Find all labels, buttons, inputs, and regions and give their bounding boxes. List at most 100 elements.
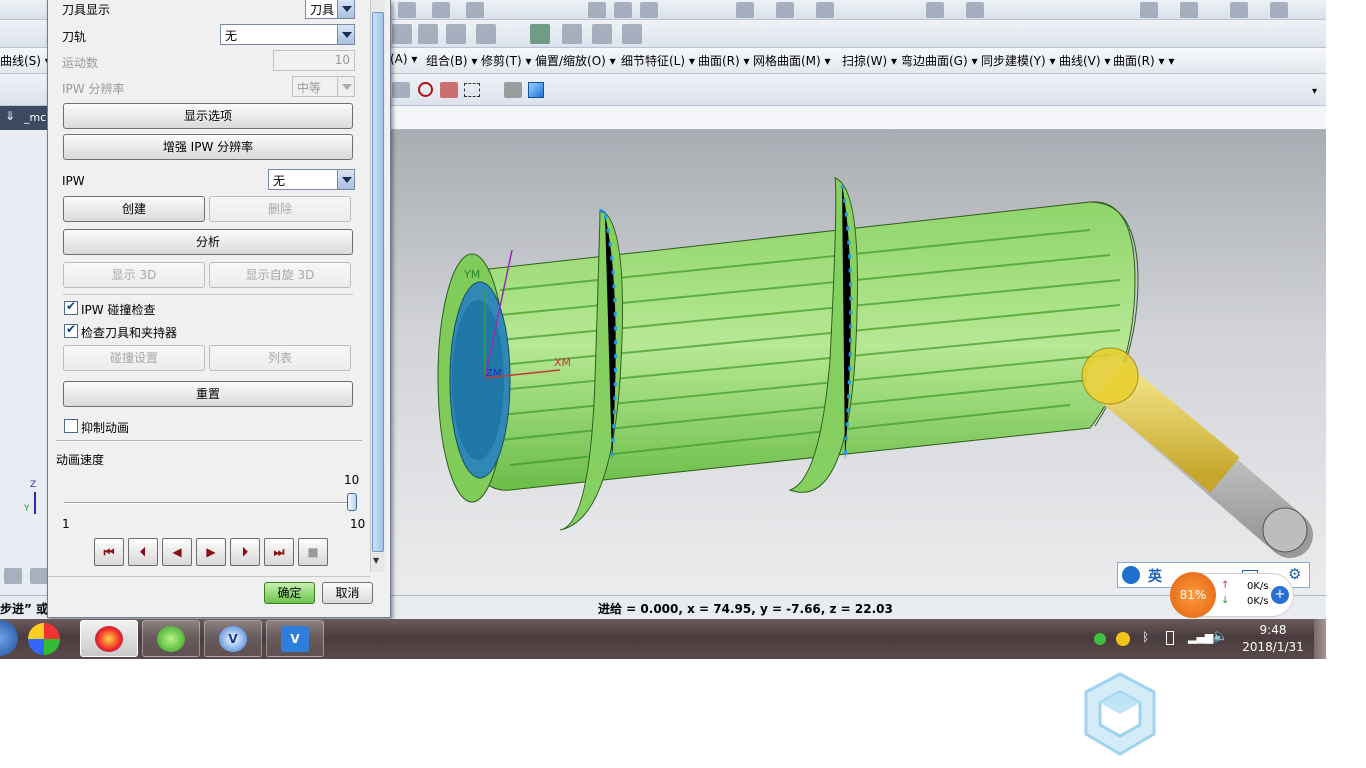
part-nav-icon[interactable] — [30, 568, 48, 584]
analyze-button[interactable]: 分析 — [63, 229, 353, 255]
app-icon-colorful[interactable] — [28, 623, 60, 655]
tool-icon[interactable] — [966, 2, 984, 18]
tool-icon[interactable] — [776, 2, 794, 18]
cancel-button[interactable]: 取消 — [322, 582, 373, 604]
dialog-scrollbar[interactable]: ▼ — [370, 0, 385, 572]
menu-sync-modeling[interactable]: 同步建模(Y) ▾ — [981, 52, 1056, 69]
tool-icon[interactable] — [432, 2, 450, 18]
animation-speed-slider-track[interactable] — [64, 502, 354, 504]
menu-flange-surface[interactable]: 弯边曲面(G) ▾ — [901, 52, 978, 69]
collision-settings-button[interactable]: 碰撞设置 — [63, 345, 205, 371]
ime-user-icon[interactable] — [1122, 566, 1140, 584]
play-backward-button[interactable]: ◀ — [162, 538, 192, 566]
tool-icon[interactable] — [736, 2, 754, 18]
menu-detail-feature[interactable]: 细节特征(L) ▾ — [621, 52, 695, 69]
chevron-down-icon[interactable] — [337, 25, 354, 44]
navigator-tab[interactable]: ⇓ _mc — [0, 106, 48, 130]
tool-icon[interactable] — [1140, 2, 1158, 18]
signal-icon[interactable]: ▂▄▆ — [1188, 631, 1213, 644]
tool-icon[interactable] — [614, 2, 632, 18]
step-back-button[interactable]: ⏴ — [128, 538, 158, 566]
menu-combine[interactable]: 组合(B) ▾ — [426, 52, 477, 69]
tool-icon[interactable] — [392, 82, 410, 98]
selection-box-icon[interactable] — [464, 83, 480, 97]
scrollbar-thumb[interactable] — [372, 12, 384, 552]
tool-icon[interactable] — [926, 2, 944, 18]
animation-speed-slider-thumb[interactable] — [347, 493, 357, 511]
menu-mesh-surface[interactable]: 网格曲面(M) ▾ — [753, 52, 831, 69]
tool-icon[interactable] — [398, 2, 416, 18]
ime-language-label[interactable]: 英 — [1148, 566, 1162, 586]
chevron-down-icon[interactable] — [337, 170, 354, 189]
list-button[interactable]: 列表 — [209, 345, 351, 371]
chevron-down-icon[interactable] — [337, 77, 354, 96]
settings-gear-icon[interactable]: ⚙ — [1288, 565, 1301, 583]
menu-sweep[interactable]: 扫掠(W) ▾ — [842, 52, 897, 69]
tool-icon[interactable] — [392, 24, 412, 44]
tool-icon[interactable] — [440, 82, 458, 98]
reset-button[interactable]: 重置 — [63, 381, 353, 407]
toolpath-select[interactable]: 无 — [220, 24, 355, 45]
tool-icon[interactable] — [588, 2, 606, 18]
enhance-ipw-resolution-button[interactable]: 增强 IPW 分辨率 — [63, 134, 353, 160]
tool-icon[interactable] — [622, 24, 642, 44]
tool-icon[interactable] — [1180, 2, 1198, 18]
tool-icon[interactable] — [466, 2, 484, 18]
menu-offset-scale[interactable]: 偏置/缩放(O) ▾ — [535, 52, 616, 69]
ipw-resolution-select[interactable]: 中等 — [292, 76, 355, 97]
tool-icon[interactable] — [504, 82, 522, 98]
display-options-button[interactable]: 显示选项 — [63, 103, 353, 129]
tool-display-select[interactable]: 刀具 — [305, 0, 355, 19]
menu-curve-left[interactable]: 曲线(S) ▾ — [0, 52, 51, 69]
volume-icon[interactable]: 🔈 — [1212, 629, 1228, 644]
create-button[interactable]: 创建 — [63, 196, 205, 222]
ok-button[interactable]: 确定 — [264, 582, 315, 604]
start-orb-icon[interactable] — [0, 620, 18, 656]
show-3d-button[interactable]: 显示 3D — [63, 262, 205, 288]
taskbar-app-v1[interactable]: V — [204, 620, 262, 657]
accelerate-plus-icon[interactable]: + — [1271, 586, 1289, 604]
clock-time[interactable]: 9:48 — [1238, 623, 1308, 637]
tray-plus-icon[interactable] — [1116, 632, 1130, 646]
tool-holder-checkbox[interactable] — [64, 322, 78, 338]
tool-icon[interactable] — [1270, 2, 1288, 18]
step-forward-button[interactable]: ⏵ — [230, 538, 260, 566]
tool-icon[interactable] — [418, 24, 438, 44]
bluetooth-icon[interactable]: ᛒ — [1142, 630, 1149, 644]
tool-icon[interactable] — [530, 24, 550, 44]
menu-trim[interactable]: 修剪(T) ▾ — [481, 52, 532, 69]
chevron-down-icon[interactable] — [337, 0, 354, 18]
assembly-nav-icon[interactable] — [4, 568, 22, 584]
tray-green-icon[interactable] — [1094, 633, 1106, 645]
battery-badge[interactable]: 81% — [1170, 572, 1216, 618]
menu-curve[interactable]: 曲线(V) ▾ — [1059, 52, 1110, 69]
menu-surface-2[interactable]: 曲面(R) ▾ ▾ — [1113, 52, 1174, 69]
tool-icon[interactable] — [476, 24, 496, 44]
tool-icon[interactable] — [562, 24, 582, 44]
show-spin-3d-button[interactable]: 显示自旋 3D — [209, 262, 351, 288]
fast-forward-to-end-button[interactable]: ⏭ — [264, 538, 294, 566]
tool-icon[interactable] — [816, 2, 834, 18]
toolbar-overflow-icon[interactable]: ▾ — [1312, 86, 1317, 97]
rewind-to-start-button[interactable]: ⏮ — [94, 538, 124, 566]
taskbar-app-nx[interactable] — [80, 620, 138, 657]
cube-view-icon[interactable] — [528, 82, 544, 98]
tool-icon[interactable] — [446, 24, 466, 44]
tool-icon[interactable] — [1230, 2, 1248, 18]
menu-partial[interactable]: (A) ▾ — [390, 52, 417, 66]
usb-icon[interactable] — [1166, 631, 1174, 645]
graphics-viewport[interactable]: YM XM ZM — [390, 130, 1326, 595]
taskbar-app-v2[interactable]: V — [266, 620, 324, 657]
tool-icon[interactable] — [640, 2, 658, 18]
taskbar-app-green[interactable] — [142, 620, 200, 657]
tool-icon[interactable] — [592, 24, 612, 44]
clock-date[interactable]: 2018/1/31 — [1238, 640, 1308, 654]
scroll-down-arrow-icon[interactable]: ▼ — [373, 556, 379, 565]
ipw-collision-checkbox[interactable] — [64, 299, 78, 315]
ipw-select[interactable]: 无 — [268, 169, 355, 190]
play-forward-button[interactable]: ▶ — [196, 538, 226, 566]
snap-point-icon[interactable] — [418, 82, 433, 97]
suppress-animation-checkbox[interactable] — [64, 419, 78, 433]
stop-button[interactable]: ■ — [298, 538, 328, 566]
motion-count-field[interactable]: 10 — [273, 50, 355, 71]
